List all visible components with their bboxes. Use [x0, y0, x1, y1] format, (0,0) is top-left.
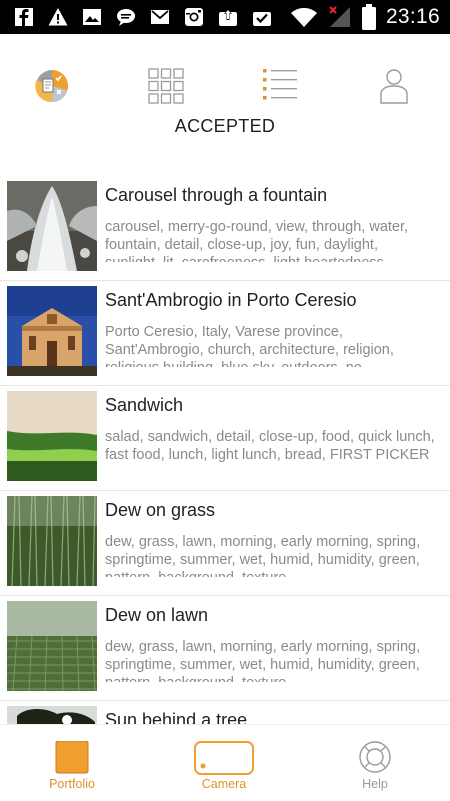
photo-title: Carousel through a fountain — [105, 185, 328, 205]
list-view-icon — [263, 69, 297, 100]
lifebuoy-icon — [359, 741, 391, 773]
photo-thumbnail — [7, 496, 97, 586]
list-item[interactable]: Carousel through a fountain carousel, me… — [0, 176, 450, 281]
photo-list: Carousel through a fountain carousel, me… — [0, 176, 450, 724]
instagram-icon — [185, 8, 203, 26]
grid-view-icon — [148, 68, 184, 104]
photo-thumbnail — [7, 391, 97, 481]
list-item[interactable]: Sun behind a tree — [0, 701, 450, 724]
photo-title: Dew on grass — [105, 500, 216, 520]
portfolio-label: Portfolio — [49, 777, 95, 791]
photo-thumbnail — [7, 181, 97, 271]
download-icon — [253, 12, 271, 26]
camera-label: Camera — [201, 777, 247, 791]
photo-thumbnail — [7, 601, 97, 691]
top-navigation: ACCEPTED — [0, 34, 450, 144]
help-label: Help — [362, 777, 388, 791]
wifi-icon — [290, 7, 317, 27]
list-item[interactable]: Dew on grass dew, grass, lawn, morning, … — [0, 491, 450, 596]
photo-thumbnail — [7, 286, 97, 376]
mail-icon — [151, 10, 169, 24]
photo-title: Dew on lawn — [105, 605, 209, 625]
chat-icon — [117, 9, 135, 26]
portfolio-icon — [55, 741, 89, 774]
photo-tags: dew, grass, lawn, morning, early morning… — [105, 639, 421, 682]
upload-icon — [219, 9, 237, 26]
app-logo-icon — [35, 70, 69, 103]
section-title: ACCEPTED — [174, 116, 276, 136]
photo-title: Sandwich — [105, 395, 184, 415]
list-item[interactable]: Sandwich salad, sandwich, detail, close-… — [0, 386, 450, 491]
portfolio-button[interactable]: Portfolio — [17, 739, 127, 799]
help-button[interactable]: Help — [320, 739, 430, 799]
facebook-icon — [15, 8, 33, 26]
camera-icon — [194, 741, 254, 775]
notification-icons — [14, 7, 272, 27]
photo-tags: carousel, merry-go-round, view, through,… — [105, 219, 409, 262]
photo-tags: Porto Ceresio, Italy, Varese province, S… — [105, 324, 394, 367]
tab-profile[interactable] — [372, 64, 416, 108]
photo-title: Sun behind a tree — [105, 710, 248, 724]
tab-grid-view[interactable] — [144, 64, 188, 108]
profile-icon — [380, 69, 408, 104]
photo-title: Sant'Ambrogio in Porto Ceresio — [105, 290, 357, 310]
battery-icon — [361, 4, 376, 30]
image-icon — [83, 9, 101, 25]
tab-app-logo[interactable] — [30, 64, 74, 108]
list-item[interactable]: Dew on lawn dew, grass, lawn, morning, e… — [0, 596, 450, 701]
signal-icon — [329, 6, 350, 27]
photo-tags: salad, sandwich, detail, close-up, food,… — [105, 429, 435, 463]
list-item[interactable]: Sant'Ambrogio in Porto Ceresio Porto Cer… — [0, 281, 450, 386]
status-bar: 23:16 — [0, 0, 450, 34]
photo-tags: dew, grass, lawn, morning, early morning… — [105, 534, 421, 577]
camera-button[interactable]: Camera — [169, 739, 279, 799]
tab-list-view[interactable] — [258, 64, 302, 108]
bottom-navigation: Portfolio Camera Help — [0, 724, 450, 801]
warning-icon — [48, 8, 68, 26]
system-icons: 23:16 — [290, 4, 440, 30]
photo-thumbnail — [7, 706, 97, 724]
clock: 23:16 — [385, 5, 440, 28]
